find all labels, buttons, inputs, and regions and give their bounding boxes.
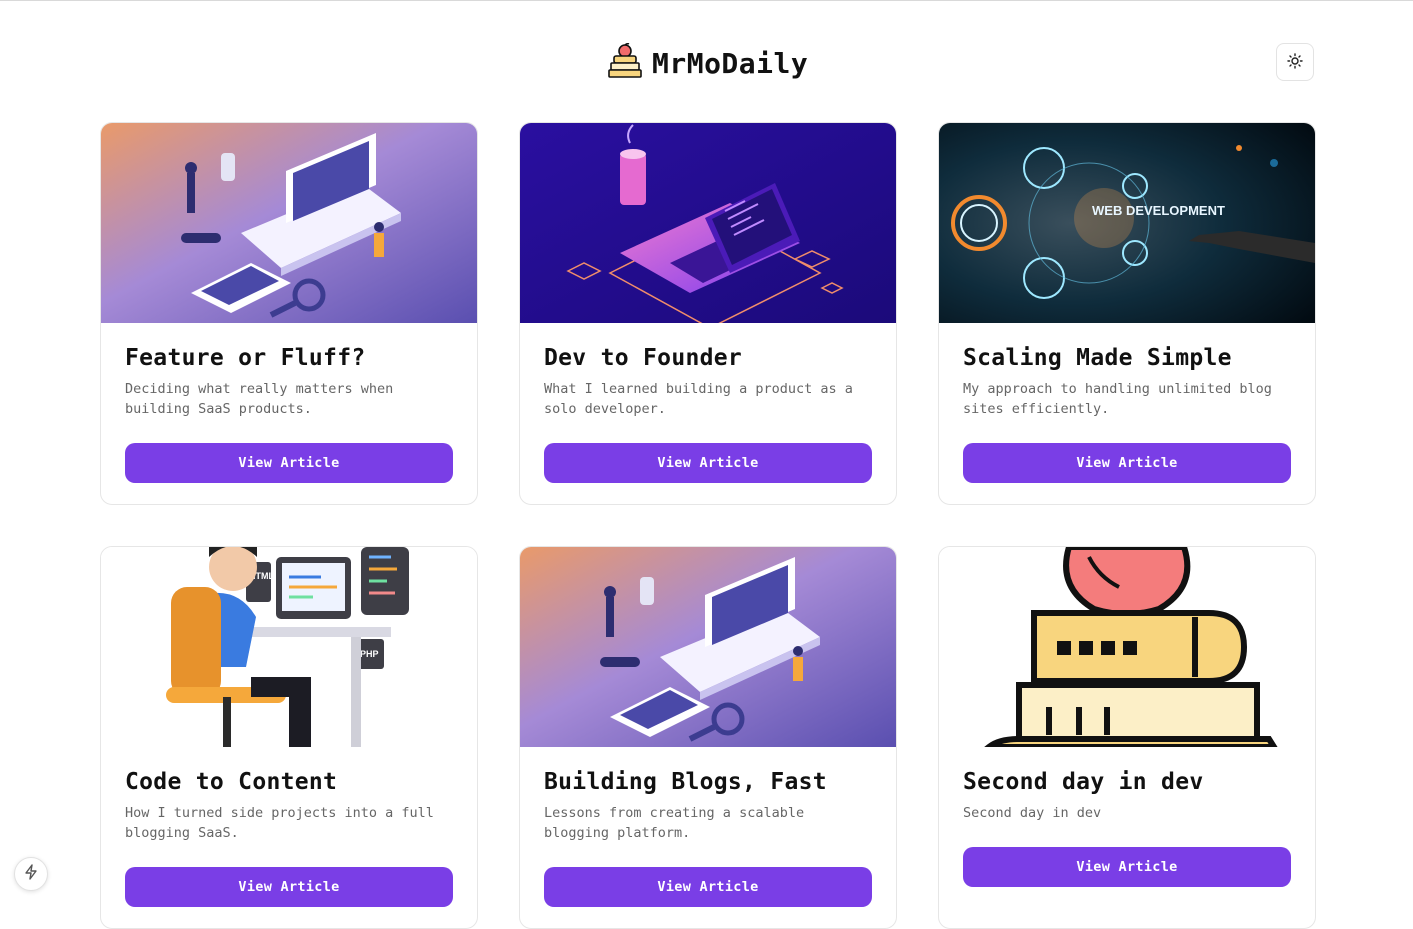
theme-toggle-button[interactable] bbox=[1276, 43, 1314, 81]
image-text-web: WEB DEVELOPMENT bbox=[1092, 203, 1225, 218]
neon-laptop-coffee-illustration bbox=[520, 123, 896, 323]
article-description: What I learned building a product as a s… bbox=[544, 381, 853, 417]
article-description: Second day in dev bbox=[963, 805, 1102, 821]
stacked-books-apple-icon bbox=[939, 547, 1315, 747]
isometric-laptop-team-illustration bbox=[101, 123, 477, 323]
article-title[interactable]: Second day in dev bbox=[963, 769, 1291, 795]
article-title[interactable]: Building Blogs, Fast bbox=[544, 769, 872, 795]
article-title[interactable]: Feature or Fluff? bbox=[125, 345, 453, 371]
article-description: My approach to handling unlimited blog s… bbox=[963, 381, 1272, 417]
article-title[interactable]: Code to Content bbox=[125, 769, 453, 795]
article-card: Dev to Founder What I learned building a… bbox=[519, 122, 897, 505]
article-grid: Feature or Fluff? Deciding what really m… bbox=[100, 122, 1316, 929]
web-development-hologram-photo: WEB DEVELOPMENT bbox=[939, 123, 1315, 323]
article-description: Deciding what really matters when buildi… bbox=[125, 381, 394, 417]
article-title[interactable]: Scaling Made Simple bbox=[963, 345, 1291, 371]
view-article-button[interactable]: View Article bbox=[125, 443, 453, 483]
site-title: MrMoDaily bbox=[652, 46, 809, 80]
dev-tools-button[interactable] bbox=[14, 857, 48, 891]
brand[interactable]: MrMoDaily bbox=[608, 42, 809, 83]
sun-icon bbox=[1287, 52, 1303, 72]
stacked-books-apple-icon bbox=[608, 42, 642, 83]
article-title[interactable]: Dev to Founder bbox=[544, 345, 872, 371]
view-article-button[interactable]: View Article bbox=[544, 867, 872, 907]
article-card: Feature or Fluff? Deciding what really m… bbox=[100, 122, 478, 505]
isometric-laptop-team-illustration bbox=[520, 547, 896, 747]
article-card: Building Blogs, Fast Lessons from creati… bbox=[519, 546, 897, 929]
image-label-php: PHP bbox=[360, 649, 379, 659]
view-article-button[interactable]: View Article bbox=[544, 443, 872, 483]
article-description: How I turned side projects into a full b… bbox=[125, 805, 434, 841]
article-description: Lessons from creating a scalable bloggin… bbox=[544, 805, 805, 841]
site-header: MrMoDaily bbox=[0, 1, 1413, 121]
view-article-button[interactable]: View Article bbox=[125, 867, 453, 907]
developer-at-desk-3d-illustration: HTML PHP bbox=[101, 547, 477, 747]
view-article-button[interactable]: View Article bbox=[963, 443, 1291, 483]
article-card: Second day in dev Second day in dev View… bbox=[938, 546, 1316, 929]
article-card: WEB DEVELOPMENT Scaling Made Simple My a… bbox=[938, 122, 1316, 505]
lightning-icon bbox=[24, 864, 38, 884]
view-article-button[interactable]: View Article bbox=[963, 847, 1291, 887]
article-card: HTML PHP Code to Content How I turned si… bbox=[100, 546, 478, 929]
